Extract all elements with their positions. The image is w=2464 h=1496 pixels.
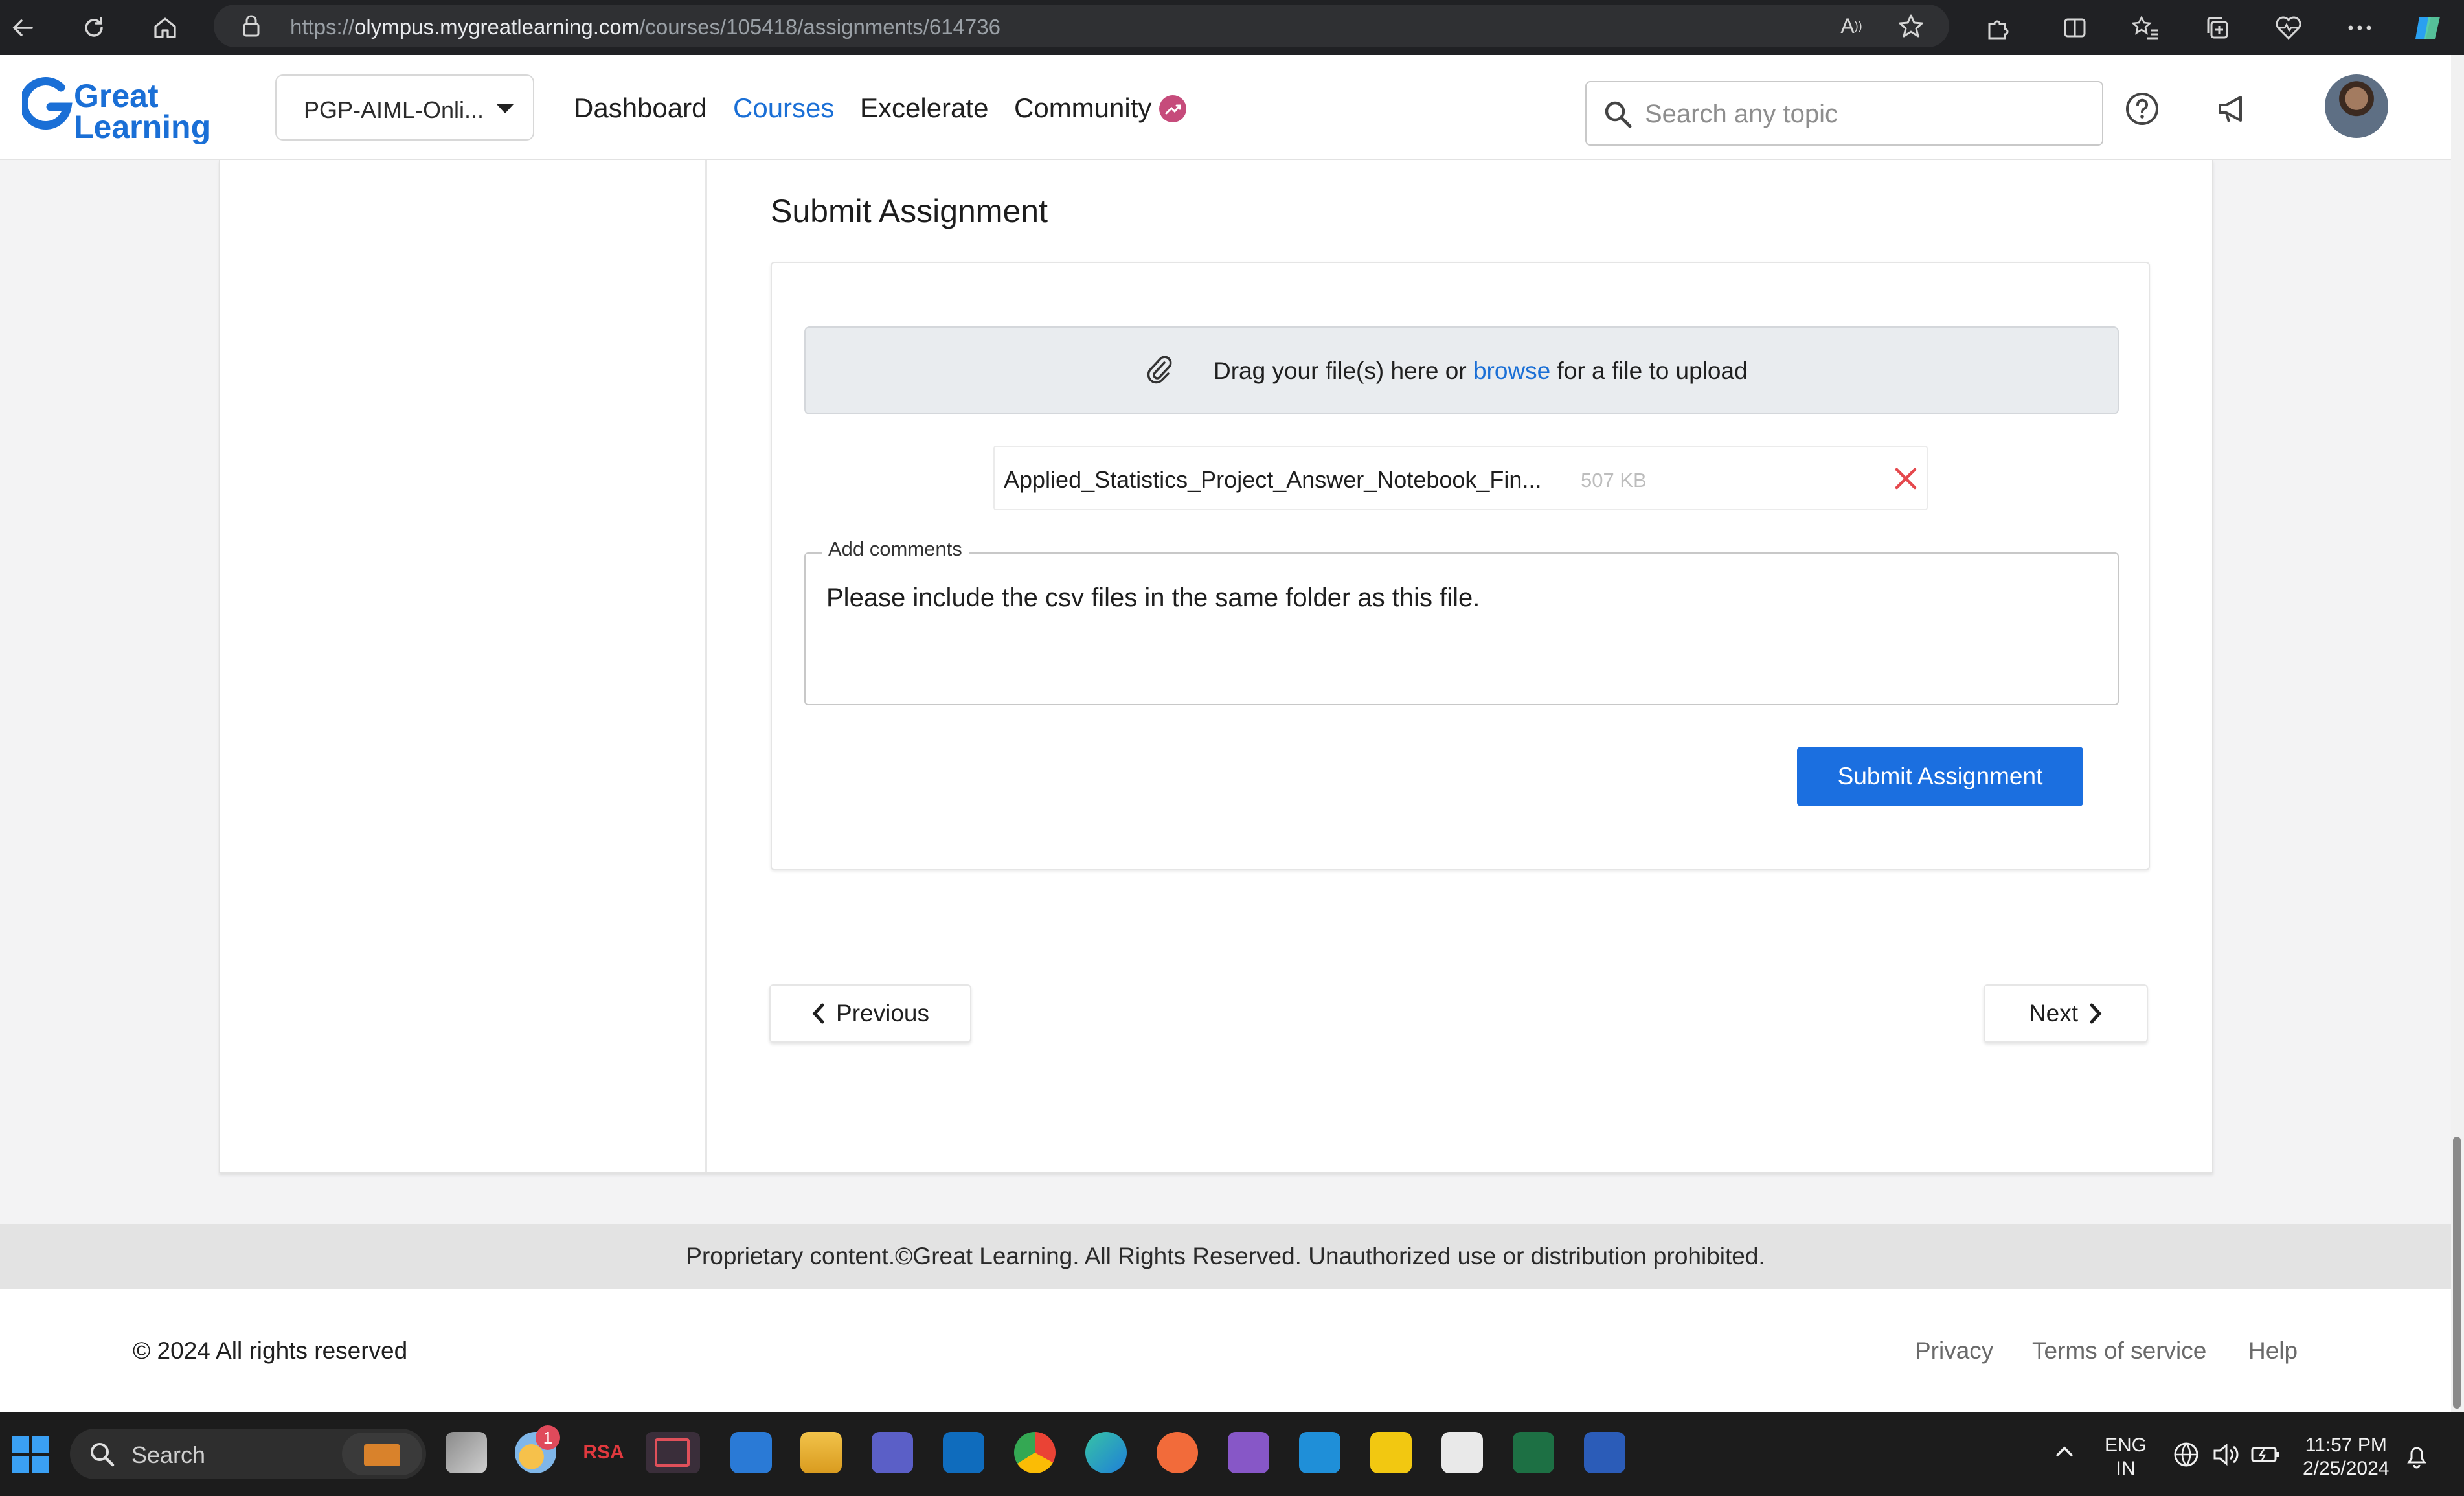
- system-clock[interactable]: 11:57 PM 2/25/2024: [2303, 1434, 2389, 1480]
- footer-link-help[interactable]: Help: [2248, 1337, 2298, 1365]
- chrome-icon[interactable]: [1014, 1432, 1056, 1473]
- topic-search[interactable]: [1585, 81, 2103, 146]
- browser-toolbar: https://olympus.mygreatlearning.com/cour…: [0, 0, 2464, 55]
- previous-button[interactable]: Previous: [769, 984, 971, 1043]
- program-selector-label: PGP-AIML-Onli...: [304, 96, 484, 123]
- more-options-icon[interactable]: [2341, 9, 2379, 47]
- snipping-tool-icon[interactable]: [646, 1432, 700, 1473]
- word-icon[interactable]: [1584, 1432, 1625, 1473]
- nav-community[interactable]: Community: [1014, 93, 1151, 124]
- excel-icon[interactable]: [1513, 1432, 1554, 1473]
- search-icon: [91, 1443, 115, 1467]
- file-dropzone[interactable]: Drag your file(s) here or browse for a f…: [804, 326, 2119, 414]
- microsoft-teams-icon[interactable]: [872, 1432, 913, 1473]
- next-button[interactable]: Next: [1984, 984, 2148, 1043]
- chevron-up-icon[interactable]: [2053, 1444, 2076, 1460]
- nav-excelerate[interactable]: Excelerate: [860, 93, 988, 124]
- site-footer: © 2024 All rights reserved Privacy Terms…: [0, 1289, 2451, 1412]
- browse-link[interactable]: browse: [1473, 357, 1550, 384]
- taskbar-search[interactable]: Search: [70, 1429, 426, 1479]
- help-icon[interactable]: [2124, 91, 2160, 130]
- task-view-icon[interactable]: [446, 1432, 487, 1473]
- dropzone-text: Drag your file(s) here or browse for a f…: [1214, 357, 1748, 384]
- comments-field[interactable]: Add comments Please include the csv file…: [804, 538, 2119, 705]
- notification-bell-icon[interactable]: [2404, 1442, 2430, 1470]
- battery-icon[interactable]: [2250, 1442, 2281, 1468]
- network-globe-icon[interactable]: [2172, 1440, 2200, 1469]
- announcement-megaphone-icon[interactable]: [2215, 91, 2251, 130]
- program-selector[interactable]: PGP-AIML-Onli...: [275, 74, 534, 141]
- language-indicator[interactable]: ENG IN: [2105, 1434, 2147, 1480]
- svg-text:Learning: Learning: [74, 109, 210, 144]
- extensions-icon[interactable]: [1978, 9, 2016, 47]
- url-text: https://olympus.mygreatlearning.com/cour…: [290, 15, 1000, 39]
- search-icon: [1605, 101, 1632, 128]
- taskbar-search-label: Search: [131, 1442, 206, 1468]
- weather-badge: 1: [536, 1425, 560, 1450]
- great-learning-logo[interactable]: Great Learning: [19, 73, 216, 145]
- back-arrow-icon[interactable]: [4, 9, 41, 47]
- search-highlight-icon: [342, 1433, 422, 1475]
- assignment-content: Submit Assignment Drag your file(s) here…: [219, 160, 2213, 1173]
- copyright-text: © 2024 All rights reserved: [133, 1337, 408, 1364]
- visual-studio-icon[interactable]: [1228, 1432, 1269, 1473]
- previous-label: Previous: [836, 1000, 929, 1026]
- refresh-icon[interactable]: [75, 9, 113, 47]
- windows-taskbar: Search 1 RSA ENG IN 11:57 PM 2/25/2024: [0, 1412, 2464, 1496]
- paperclip-icon: [1146, 354, 1172, 389]
- file-size: 507 KB: [1581, 469, 1647, 492]
- next-label: Next: [2028, 1000, 2079, 1026]
- outlook-icon[interactable]: [943, 1432, 984, 1473]
- copilot-icon[interactable]: [2409, 9, 2447, 47]
- page-title: Submit Assignment: [771, 193, 1048, 229]
- lock-icon: [243, 15, 260, 37]
- user-avatar[interactable]: [2325, 74, 2388, 138]
- attached-file: Applied_Statistics_Project_Answer_Notebo…: [993, 446, 1928, 510]
- scrollbar-thumb[interactable]: [2453, 1137, 2461, 1409]
- weather-widget-icon[interactable]: 1: [515, 1425, 560, 1473]
- comments-label: Add comments: [822, 538, 969, 561]
- nav-dashboard[interactable]: Dashboard: [574, 93, 706, 124]
- address-bar[interactable]: https://olympus.mygreatlearning.com/cour…: [214, 5, 1949, 47]
- footer-link-terms[interactable]: Terms of service: [2032, 1337, 2206, 1365]
- chevron-right-icon: [2090, 1003, 2102, 1024]
- trending-badge-icon: [1159, 95, 1186, 122]
- rsa-app-icon[interactable]: RSA: [583, 1432, 624, 1473]
- volume-icon[interactable]: [2211, 1440, 2239, 1469]
- site-header: Great Learning PGP-AIML-Onli... Dashboar…: [0, 55, 2451, 160]
- comments-textarea[interactable]: Please include the csv files in the same…: [826, 584, 1480, 613]
- collections-icon[interactable]: [2198, 9, 2236, 47]
- postman-icon[interactable]: [1157, 1432, 1198, 1473]
- notepad-icon[interactable]: [1441, 1432, 1483, 1473]
- browser-essentials-icon[interactable]: [2270, 9, 2307, 47]
- edge-icon[interactable]: [1085, 1432, 1127, 1473]
- footer-link-privacy[interactable]: Privacy: [1915, 1337, 1993, 1365]
- file-name: Applied_Statistics_Project_Answer_Notebo…: [1004, 466, 1542, 493]
- teams-workspace-icon[interactable]: [730, 1432, 772, 1473]
- nav-courses[interactable]: Courses: [733, 93, 834, 124]
- read-aloud-icon[interactable]: A)): [1833, 7, 1870, 45]
- favorites-list-icon[interactable]: [2127, 9, 2165, 47]
- vscode-icon[interactable]: [1299, 1432, 1340, 1473]
- search-input[interactable]: [1645, 96, 2085, 131]
- windows-start-icon[interactable]: [12, 1436, 49, 1473]
- proprietary-notice: Proprietary content.©Great Learning. All…: [0, 1224, 2451, 1289]
- chevron-left-icon: [812, 1003, 824, 1024]
- submit-assignment-button[interactable]: Submit Assignment: [1797, 747, 2083, 806]
- file-explorer-icon[interactable]: [800, 1432, 842, 1473]
- home-icon[interactable]: [146, 9, 184, 47]
- caret-down-icon: [497, 104, 514, 113]
- favorite-star-icon[interactable]: [1892, 7, 1930, 45]
- split-screen-icon[interactable]: [2056, 9, 2094, 47]
- power-bi-icon[interactable]: [1370, 1432, 1412, 1473]
- remove-file-close-icon[interactable]: [1892, 464, 1920, 493]
- left-sidebar-panel: [220, 160, 707, 1172]
